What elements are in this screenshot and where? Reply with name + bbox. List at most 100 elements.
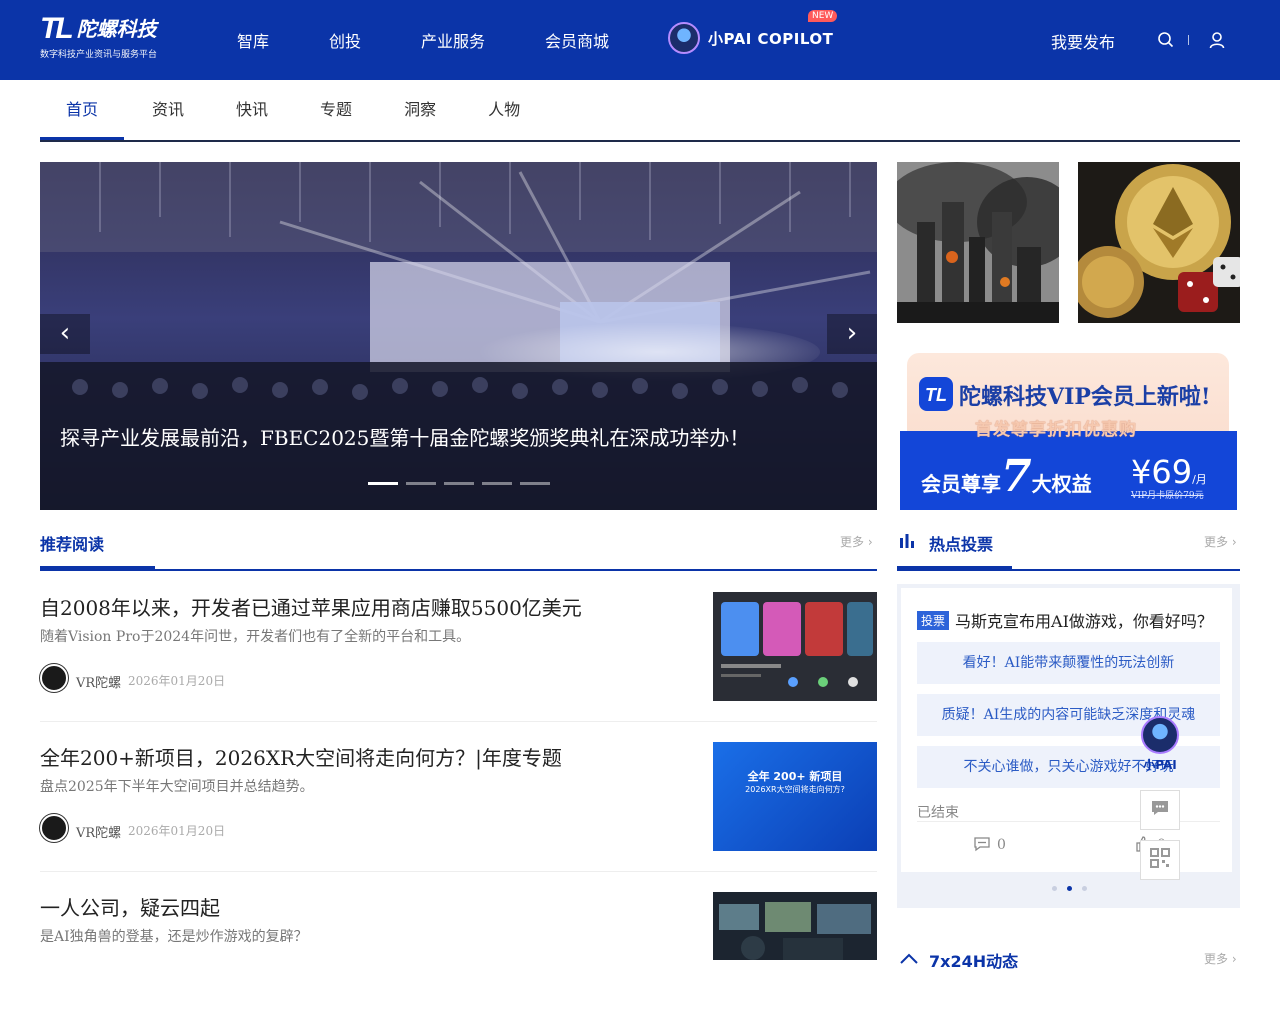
tab-news[interactable]: 资讯 — [124, 80, 210, 140]
tab-insight[interactable]: 洞察 — [378, 80, 462, 140]
article-author[interactable]: VR陀螺 — [76, 822, 121, 841]
carousel-indicators — [368, 482, 558, 485]
nav-item-member-mall[interactable]: 会员商城 — [545, 28, 609, 52]
thumb-subline: 2026XR大空间将走向何方? — [745, 785, 845, 794]
logo-mark: TL — [40, 12, 74, 45]
vip-benefit-number: 7 — [1001, 451, 1032, 502]
article-author[interactable]: VR陀螺 — [76, 672, 121, 691]
poll-pager — [1052, 886, 1097, 891]
carousel-dot[interactable] — [520, 482, 550, 485]
tab-topics[interactable]: 专题 — [294, 80, 378, 140]
copilot-entry[interactable]: 小PAI COPILOT NEW — [668, 10, 838, 54]
thumb-headline: 全年 200+ 新项目 — [747, 770, 843, 783]
author-avatar[interactable] — [40, 814, 68, 842]
article-title[interactable]: 全年200+新项目，2026XR大空间将走向何方？|年度专题 — [40, 742, 562, 771]
poll-pager-dot[interactable] — [1052, 886, 1057, 891]
qrcode-button[interactable] — [1140, 840, 1180, 880]
hero-carousel[interactable]: 探寻产业发展最前沿，FBEC2025暨第十届金陀螺奖颁奖典礼在深成功举办！ ‹ … — [40, 162, 877, 510]
poll-more-link[interactable]: 更多 › — [1204, 533, 1237, 550]
feature-thumb-city[interactable] — [897, 162, 1059, 323]
live-more-link[interactable]: 更多 › — [1204, 950, 1237, 967]
carousel-next-button[interactable]: › — [827, 314, 877, 354]
recommend-section-divider — [40, 566, 877, 571]
carousel-prev-button[interactable]: ‹ — [40, 314, 90, 354]
copilot-label: 小PAI COPILOT — [708, 29, 834, 48]
hero-image — [40, 162, 877, 510]
pai-avatar-icon — [1141, 716, 1179, 754]
poll-status: 已结束 — [917, 805, 959, 821]
article-date: 2026年01月20日 — [128, 824, 226, 838]
pai-label: 小PAI — [1143, 758, 1177, 772]
tab-people[interactable]: 人物 — [462, 80, 546, 140]
article-thumbnail[interactable] — [713, 892, 877, 1001]
carousel-dot[interactable] — [368, 482, 398, 485]
vip-subtitle: 首发尊享折扣优惠购 — [975, 420, 1137, 440]
vip-original-price: VIP月卡原价79元 — [1131, 491, 1204, 501]
vip-benefit: 会员尊享7大权益 — [921, 455, 1092, 499]
poll-pager-dot[interactable] — [1082, 886, 1087, 891]
poll-badge: 投票 — [917, 611, 950, 630]
chat-icon — [1150, 799, 1170, 821]
new-badge: NEW — [808, 10, 838, 22]
article-desc: 是AI独角兽的登基，还是炒作游戏的复辟？ — [40, 929, 308, 945]
article-thumbnail[interactable] — [713, 592, 877, 701]
recommend-section-title: 推荐阅读 — [40, 535, 105, 554]
search-icon[interactable] — [1157, 31, 1175, 53]
top-divider — [1188, 35, 1189, 45]
logo-name: 陀螺科技 — [76, 17, 157, 41]
vip-title: 陀螺科技VIP会员上新啦! — [959, 384, 1211, 410]
vip-benefit-suffix: 大权益 — [1031, 472, 1092, 496]
feature-thumb-crypto[interactable] — [1078, 162, 1240, 323]
article-item: 自2008年以来，开发者已通过苹果应用商店赚取5500亿美元 随着Vision … — [40, 592, 877, 722]
comment-icon — [973, 836, 991, 856]
tab-flash[interactable]: 快讯 — [210, 80, 294, 140]
carousel-dot[interactable] — [482, 482, 512, 485]
carousel-dot[interactable] — [444, 482, 474, 485]
user-icon[interactable] — [1208, 31, 1226, 53]
sub-nav: 首页 资讯 快讯 专题 洞察 人物 — [40, 80, 1240, 142]
poll-comments[interactable]: 0 — [973, 836, 1006, 856]
poll-panel: 投票 马斯克宣布用AI做游戏，你看好吗？ 看好！AI能带来颠覆性的玩法创新 质疑！… — [897, 584, 1240, 908]
recommend-more-link[interactable]: 更多 › — [840, 533, 873, 550]
bar-chart-icon — [899, 532, 915, 552]
poll-option[interactable]: 看好！AI能带来颠覆性的玩法创新 — [917, 642, 1220, 684]
floating-pai-assistant[interactable]: 小PAI — [1140, 716, 1180, 773]
hero-caption[interactable]: 探寻产业发展最前沿，FBEC2025暨第十届金陀螺奖颁奖典礼在深成功举办！ — [60, 422, 749, 451]
article-date: 2026年01月20日 — [128, 674, 226, 688]
article-title[interactable]: 自2008年以来，开发者已通过苹果应用商店赚取5500亿美元 — [40, 592, 582, 621]
article-desc: 盘点2025年下半年大空间项目并总结趋势。 — [40, 779, 314, 795]
tab-home[interactable]: 首页 — [40, 80, 125, 140]
nav-item-industry-service[interactable]: 产业服务 — [421, 28, 485, 52]
carousel-dot[interactable] — [406, 482, 436, 485]
live-section-title: 7x24H动态 — [929, 952, 1019, 971]
publish-button[interactable]: 我要发布 — [1051, 29, 1115, 53]
poll-pager-dot[interactable] — [1067, 886, 1072, 891]
article-title[interactable]: 一人公司，疑云四起 — [40, 892, 220, 921]
nav-item-venture[interactable]: 创投 — [329, 28, 361, 52]
poll-card: 投票 马斯克宣布用AI做游戏，你看好吗？ 看好！AI能带来颠覆性的玩法创新 质疑！… — [901, 588, 1232, 872]
top-bar: TL 陀螺科技 数字科技产业资讯与服务平台 智库 创投 产业服务 会员商城 小P… — [0, 0, 1280, 80]
vip-benefit-prefix: 会员尊享 — [921, 472, 1001, 496]
article-item: 一人公司，疑云四起 是AI独角兽的登基，还是炒作游戏的复辟？ — [40, 892, 877, 1022]
svg-text:TL: TL — [925, 385, 947, 405]
author-avatar[interactable] — [40, 664, 68, 692]
copilot-avatar-icon — [668, 22, 700, 54]
vip-price: ¥69/月 — [1131, 453, 1207, 491]
logo-tagline: 数字科技产业资讯与服务平台 — [40, 50, 158, 60]
vip-price-value: ¥69 — [1131, 453, 1193, 491]
vip-price-unit: /月 — [1192, 473, 1207, 486]
poll-question[interactable]: 投票 马斯克宣布用AI做游戏，你看好吗？ — [917, 608, 1213, 632]
article-desc: 随着Vision Pro于2024年问世，开发者们也有了全新的平台和工具。 — [40, 629, 471, 645]
nav-item-think-tank[interactable]: 智库 — [237, 28, 269, 52]
comment-count: 0 — [997, 837, 1006, 853]
poll-question-text: 马斯克宣布用AI做游戏，你看好吗？ — [955, 612, 1213, 631]
article-thumbnail[interactable]: 全年 200+ 新项目 2026XR大空间将走向何方? — [713, 742, 877, 851]
qrcode-icon — [1150, 848, 1170, 872]
poll-section-divider — [897, 566, 1240, 571]
article-item: 全年200+新项目，2026XR大空间将走向何方？|年度专题 盘点2025年下半… — [40, 742, 877, 872]
site-logo[interactable]: TL 陀螺科技 数字科技产业资讯与服务平台 — [40, 12, 158, 61]
main-nav: 智库 创投 产业服务 会员商城 — [237, 0, 669, 80]
vip-banner[interactable]: TL 陀螺科技VIP会员上新啦! 首发尊享折扣优惠购 会员尊享7大权益 ¥69/… — [897, 343, 1240, 510]
feedback-button[interactable] — [1140, 790, 1180, 830]
poll-section-title: 热点投票 — [929, 535, 994, 554]
